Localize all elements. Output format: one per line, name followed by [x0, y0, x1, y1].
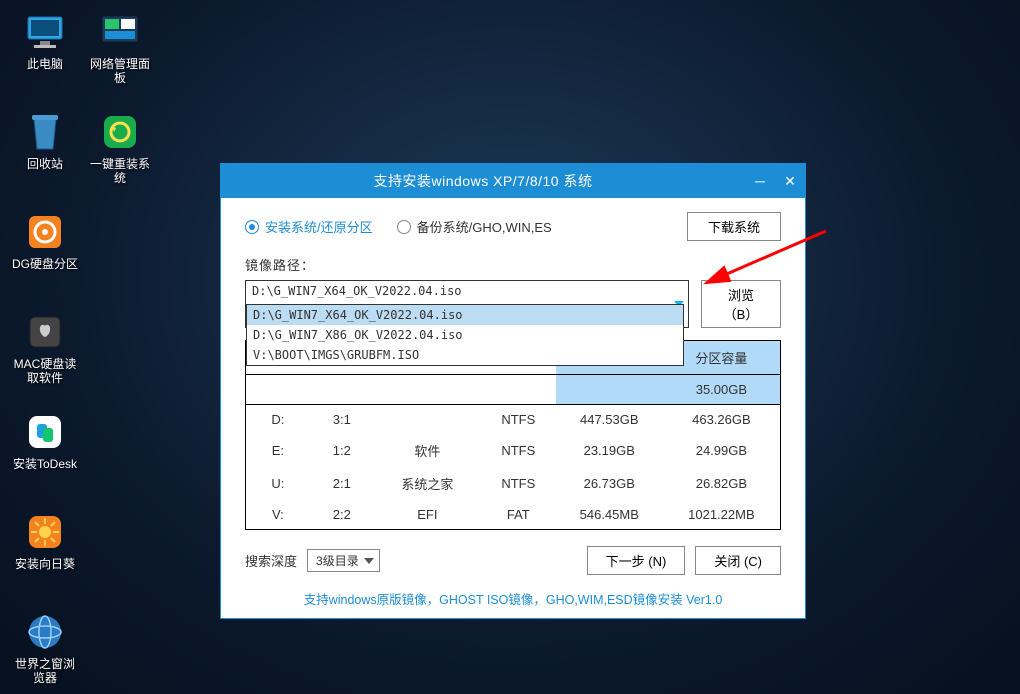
cell-drive: V: — [246, 500, 310, 530]
table-header-row-2: 35.00GB — [246, 375, 781, 405]
window-title: 支持安装windows XP/7/8/10 系统 — [221, 171, 745, 191]
image-path-label: 镜像路径： — [245, 255, 781, 274]
download-system-button[interactable]: 下载系统 — [687, 212, 781, 241]
cell-idx: 2:1 — [310, 467, 374, 500]
table-row[interactable]: V: 2:2 EFI FAT 546.45MB 1021.22MB — [246, 500, 781, 530]
cell-total: 1021.22MB — [663, 500, 781, 530]
minimize-button[interactable]: ─ — [745, 164, 775, 198]
desktop-icon-label: 安装ToDesk — [10, 457, 80, 471]
mac-disk-icon — [23, 310, 67, 354]
radio-label: 安装系统/还原分区 — [265, 217, 373, 236]
recycle-bin-icon — [23, 110, 67, 154]
network-panel-icon — [98, 10, 142, 54]
cell-fs: NTFS — [481, 434, 556, 467]
cell-idx: 3:1 — [310, 405, 374, 435]
cell-name — [374, 405, 481, 435]
next-button[interactable]: 下一步 (N) — [587, 546, 686, 575]
image-path-value: D:\G_WIN7_X64_OK_V2022.04.iso — [252, 284, 462, 298]
sunflower-icon — [23, 510, 67, 554]
dropdown-option[interactable]: D:\G_WIN7_X64_OK_V2022.04.iso — [247, 305, 683, 325]
cell-used: 447.53GB — [556, 405, 663, 435]
table-row[interactable]: E: 1:2 软件 NTFS 23.19GB 24.99GB — [246, 434, 781, 467]
radio-label: 备份系统/GHO,WIN,ES — [417, 217, 552, 236]
desktop-icon-theworld-browser[interactable]: 世界之窗浏览器 — [10, 610, 80, 685]
cell-total: 463.26GB — [663, 405, 781, 435]
cell-idx: 2:2 — [310, 500, 374, 530]
search-depth-select[interactable]: 3级目录 — [307, 549, 380, 572]
desktop-icon-todesk[interactable]: 安装ToDesk — [10, 410, 80, 471]
desktop-icon-recycle-bin[interactable]: 回收站 — [10, 110, 80, 171]
desktop-icon-label: 安装向日葵 — [10, 557, 80, 571]
partition-table: 分区容量 35.00GB D: 3:1 NTFS 447.53GB 463.26… — [245, 340, 781, 530]
cell-used: 546.45MB — [556, 500, 663, 530]
cell-total: 24.99GB — [663, 434, 781, 467]
desktop-icon-label: 此电脑 — [10, 57, 80, 71]
cell-name: EFI — [374, 500, 481, 530]
bottom-controls: 搜索深度 3级目录 下一步 (N) 关闭 (C) — [245, 546, 781, 575]
cell-name: 系统之家 — [374, 467, 481, 500]
close-window-button[interactable]: ✕ — [775, 164, 805, 198]
reinstall-icon — [98, 110, 142, 154]
desktop-icon-dg-partition[interactable]: DG硬盘分区 — [10, 210, 80, 271]
cell-fs: FAT — [481, 500, 556, 530]
window-titlebar: 支持安装windows XP/7/8/10 系统 ─ ✕ — [221, 164, 805, 198]
table-row[interactable]: U: 2:1 系统之家 NTFS 26.73GB 26.82GB — [246, 467, 781, 500]
image-path-input[interactable]: D:\G_WIN7_X64_OK_V2022.04.iso D:\G_WIN7_… — [245, 280, 689, 328]
desktop-icon-label: 一键重装系统 — [85, 157, 155, 185]
cell-fs: NTFS — [481, 405, 556, 435]
partition-table-body: D: 3:1 NTFS 447.53GB 463.26GB E: 1:2 软件 … — [246, 405, 781, 530]
desktop-icon-mac-disk[interactable]: MAC硬盘读取软件 — [10, 310, 80, 385]
cell-fs: NTFS — [481, 467, 556, 500]
browse-button[interactable]: 浏览（B） — [701, 280, 781, 328]
dropdown-option[interactable]: V:\BOOT\IMGS\GRUBFM.ISO — [247, 345, 683, 365]
desktop-icon-label: 回收站 — [10, 157, 80, 171]
radio-icon — [397, 220, 411, 234]
cell-drive: D: — [246, 405, 310, 435]
desktop-icon-label: 世界之窗浏览器 — [10, 657, 80, 685]
search-depth-label: 搜索深度 — [245, 551, 297, 570]
cell-used: 26.73GB — [556, 467, 663, 500]
mode-radio-row: 安装系统/还原分区 备份系统/GHO,WIN,ES 下载系统 — [245, 212, 781, 241]
close-button[interactable]: 关闭 (C) — [695, 546, 781, 575]
radio-icon — [245, 220, 259, 234]
window-content: 安装系统/还原分区 备份系统/GHO,WIN,ES 下载系统 镜像路径： D:\… — [221, 198, 805, 618]
image-path-dropdown: D:\G_WIN7_X64_OK_V2022.04.iso D:\G_WIN7_… — [246, 304, 684, 366]
desktop-icon-this-pc[interactable]: 此电脑 — [10, 10, 80, 71]
cell-idx: 1:2 — [310, 434, 374, 467]
c-drive-size: 35.00GB — [663, 375, 781, 405]
cell-total: 26.82GB — [663, 467, 781, 500]
table-row[interactable]: D: 3:1 NTFS 447.53GB 463.26GB — [246, 405, 781, 435]
installer-window: 支持安装windows XP/7/8/10 系统 ─ ✕ 安装系统/还原分区 备… — [220, 163, 806, 619]
cell-name: 软件 — [374, 434, 481, 467]
desktop-icon-label: 网络管理面板 — [85, 57, 155, 85]
partition-icon — [23, 210, 67, 254]
image-path-row: D:\G_WIN7_X64_OK_V2022.04.iso D:\G_WIN7_… — [245, 280, 781, 328]
dropdown-option[interactable]: D:\G_WIN7_X86_OK_V2022.04.iso — [247, 325, 683, 345]
search-depth-value: 3级目录 — [316, 554, 359, 568]
footer-note: 支持windows原版镜像，GHOST ISO镜像，GHO,WIM,ESD镜像安… — [245, 589, 781, 608]
desktop-icon-label: MAC硬盘读取软件 — [10, 357, 80, 385]
cell-drive: E: — [246, 434, 310, 467]
desktop-icon-label: DG硬盘分区 — [10, 257, 80, 271]
desktop-icon-network-panel[interactable]: 网络管理面板 — [85, 10, 155, 85]
desktop-icon-sunflower[interactable]: 安装向日葵 — [10, 510, 80, 571]
todesk-icon — [23, 410, 67, 454]
computer-icon — [23, 10, 67, 54]
globe-icon — [23, 610, 67, 654]
radio-install-restore[interactable]: 安装系统/还原分区 — [245, 217, 373, 236]
desktop-icon-reinstall[interactable]: 一键重装系统 — [85, 110, 155, 185]
cell-used: 23.19GB — [556, 434, 663, 467]
cell-drive: U: — [246, 467, 310, 500]
radio-backup[interactable]: 备份系统/GHO,WIN,ES — [397, 217, 552, 236]
